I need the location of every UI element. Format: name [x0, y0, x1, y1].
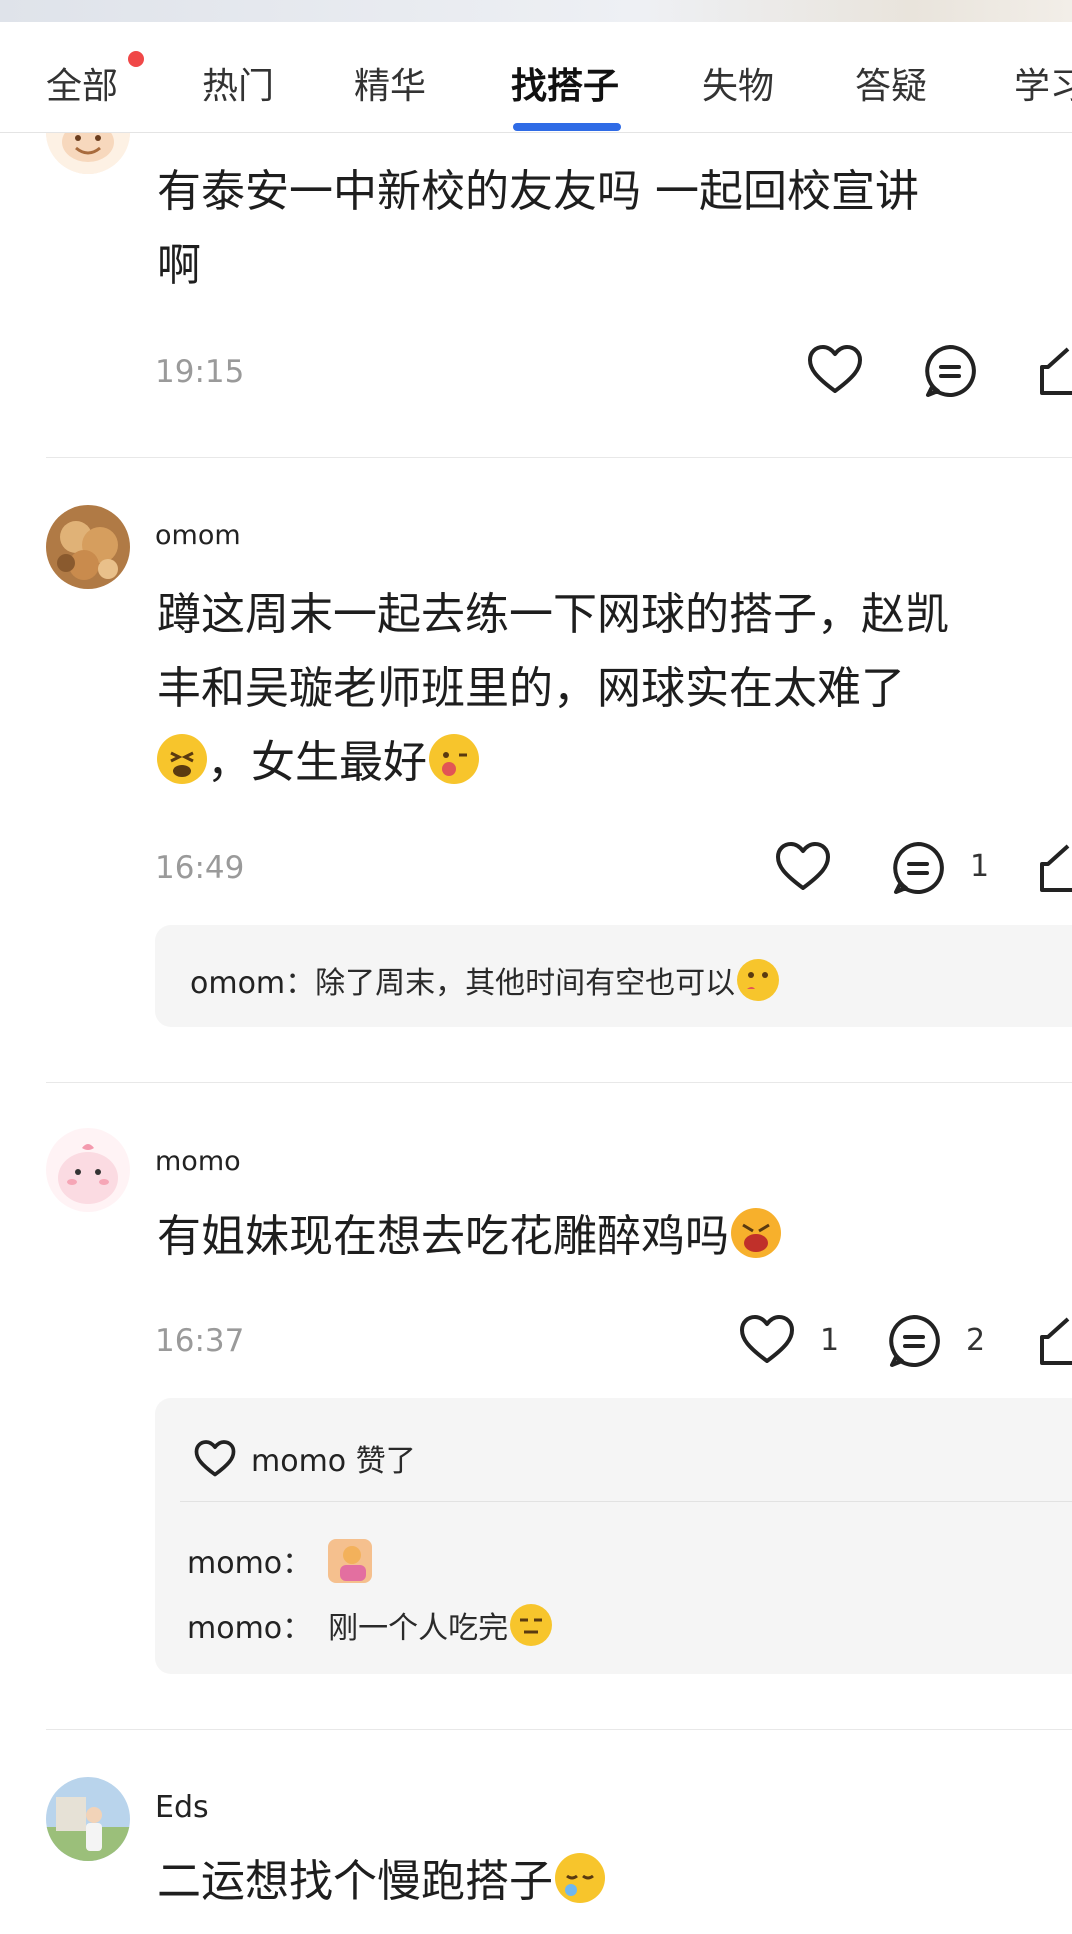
heart-icon: [808, 345, 862, 393]
post-time: 19:15: [155, 354, 245, 390]
tab-qa[interactable]: 答疑: [855, 57, 927, 109]
like-button[interactable]: [738, 1313, 796, 1373]
status-bar-background: [0, 0, 1072, 22]
divider: [46, 457, 1072, 458]
username[interactable]: momo: [155, 1146, 241, 1177]
post-time: 16:37: [155, 1323, 245, 1359]
tab-featured[interactable]: 精华: [354, 57, 426, 109]
feed: 有泰安一中新校的友友吗 一起回校宣讲 啊 19:15 omom 蹲这周末一起去练…: [0, 0, 1072, 1934]
post-content: 蹲这周末一起去练一下网球的搭子，赵凯 丰和吴璇老师班里的，网球实在太难了 ，女生…: [157, 578, 1072, 800]
share-button[interactable]: [1038, 345, 1072, 405]
liker-name[interactable]: momo: [251, 1444, 346, 1479]
reply-box: omom：除了周末，其他时间有空也可以: [155, 925, 1072, 1027]
share-button[interactable]: [1038, 842, 1072, 902]
tab-all[interactable]: 全部: [46, 57, 118, 109]
reply-item[interactable]: omom：除了周末，其他时间有空也可以: [190, 958, 780, 1002]
heart-icon: [740, 1315, 794, 1363]
reply-author[interactable]: omom: [190, 966, 285, 1001]
blowing-kiss-emoji-icon: [737, 959, 780, 1001]
tired-face-emoji-icon: [157, 734, 207, 784]
notification-dot: [128, 51, 144, 67]
comment-button[interactable]: [886, 1313, 942, 1373]
comment-count: 1: [970, 849, 990, 884]
comment-icon: [893, 842, 944, 894]
category-tab-bar: 全部 热门 精华 找搭子 失物 答疑 学习: [0, 22, 1072, 133]
avatar-photo-icon: [46, 1777, 130, 1861]
reply-text: 除了周末，其他时间有空也可以: [315, 966, 736, 1001]
tab-hot[interactable]: 热门: [202, 57, 274, 109]
content-line: 丰和吴璇老师班里的，网球实在太难了: [157, 663, 905, 714]
unamused-face-emoji-icon: [510, 1604, 553, 1646]
content-line: 蹲这周末一起去练一下网球的搭子，赵凯: [157, 589, 949, 640]
username[interactable]: Eds: [155, 1790, 209, 1825]
avatar-food-icon: [46, 505, 130, 589]
sleeping-face-emoji-icon: [555, 1853, 605, 1903]
comment-count: 2: [966, 1323, 986, 1358]
heart-icon: [776, 842, 830, 890]
tab-study[interactable]: 学习: [1014, 57, 1072, 109]
avatar[interactable]: [46, 1777, 130, 1861]
screaming-emoji-icon: [731, 1208, 781, 1258]
like-button[interactable]: [774, 840, 832, 900]
share-icon: [1040, 1317, 1072, 1365]
comment-icon: [925, 345, 976, 397]
comment-icon: [889, 1315, 940, 1367]
divider: [46, 1082, 1072, 1083]
post-content: 有泰安一中新校的友友吗 一起回校宣讲 啊: [157, 155, 1072, 303]
reply-author[interactable]: momo: [187, 1611, 282, 1646]
avatar-cartoon-icon: [46, 1128, 130, 1212]
avatar[interactable]: [46, 505, 130, 589]
reply-item[interactable]: momo： 刚一个人吃完: [187, 1603, 553, 1647]
reply-text: 刚一个人吃完: [328, 1611, 509, 1646]
avatar[interactable]: [46, 1128, 130, 1212]
share-button[interactable]: [1038, 1315, 1072, 1375]
tab-lost-found[interactable]: 失物: [702, 57, 774, 109]
like-notice: momo 赞了: [193, 1436, 416, 1480]
share-icon: [1040, 347, 1072, 395]
content-line: 有姐妹现在想去吃花雕醉鸡吗: [157, 1200, 1072, 1274]
divider: [46, 1729, 1072, 1730]
tab-find-buddy[interactable]: 找搭子: [511, 57, 619, 109]
reply-author[interactable]: momo: [187, 1546, 282, 1581]
comment-button[interactable]: [890, 840, 946, 900]
comment-button[interactable]: [922, 343, 978, 403]
post-content: 有姐妹现在想去吃花雕醉鸡吗: [157, 1200, 1072, 1274]
reply-box: momo 赞了 momo： momo： 刚一个人吃完: [155, 1398, 1072, 1674]
like-button[interactable]: [806, 343, 864, 403]
divider: [180, 1501, 1072, 1502]
share-icon: [1040, 844, 1072, 892]
username[interactable]: omom: [155, 520, 241, 551]
active-tab-indicator: [513, 123, 621, 131]
content-line: ，女生最好: [157, 726, 1072, 800]
heart-icon: [194, 1440, 236, 1477]
content-line: 啊: [157, 240, 201, 291]
content-line: 二运想找个慢跑搭子: [157, 1845, 1072, 1919]
reply-item[interactable]: momo：: [187, 1538, 373, 1583]
like-count: 1: [820, 1323, 840, 1358]
content-line: 有泰安一中新校的友友吗 一起回校宣讲: [157, 166, 919, 217]
winking-tongue-emoji-icon: [429, 734, 479, 784]
post-time: 16:49: [155, 850, 245, 886]
person-raising-hand-emoji-icon: [328, 1539, 373, 1583]
post-content: 二运想找个慢跑搭子: [157, 1845, 1072, 1919]
